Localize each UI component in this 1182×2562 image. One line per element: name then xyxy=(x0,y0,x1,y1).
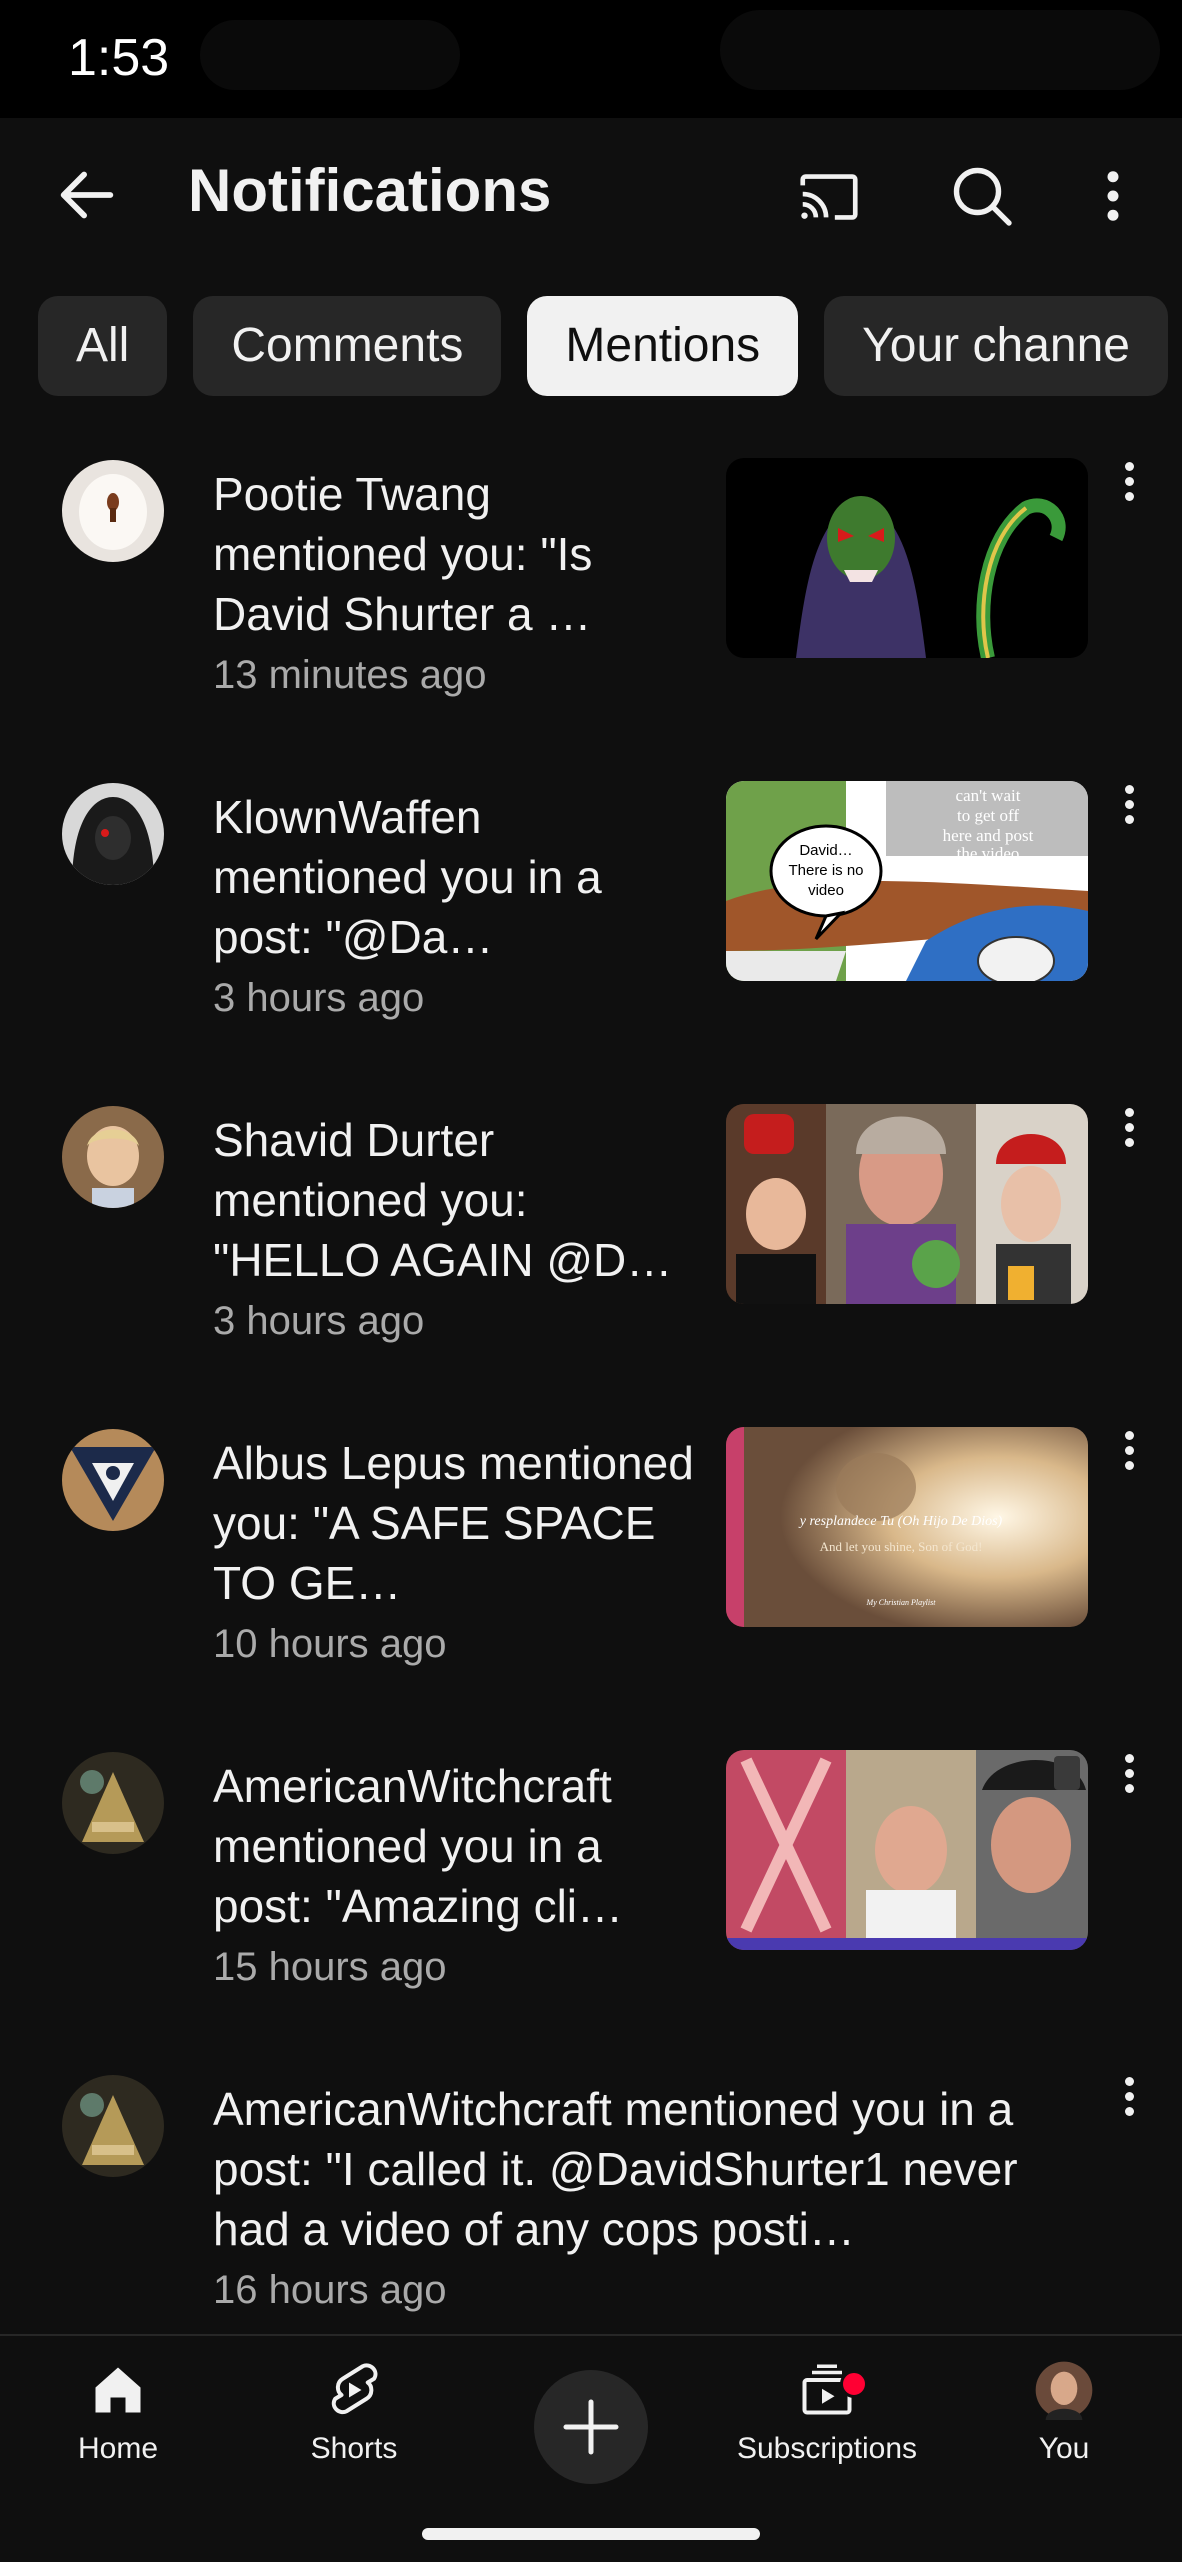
avatar[interactable] xyxy=(62,1106,164,1208)
chip-comments[interactable]: Comments xyxy=(193,296,502,396)
notification-message: Shavid Durter mentioned you: "HELLO AGAI… xyxy=(213,1114,673,1286)
svg-text:video: video xyxy=(808,882,844,899)
video-thumbnail[interactable] xyxy=(726,1104,1088,1304)
notification-text: Pootie Twang mentioned you: "Is David Sh… xyxy=(213,464,703,704)
notification-text: AmericanWitchcraft mentioned you in a po… xyxy=(213,1756,703,1996)
notification-message: Pootie Twang mentioned you: "Is David Sh… xyxy=(213,468,593,640)
notification-time: 3 hours ago xyxy=(213,976,425,1020)
avatar[interactable] xyxy=(62,460,164,562)
notification-item[interactable]: KlownWaffen mentioned you in a post: "@D… xyxy=(0,763,1182,1063)
chip-all[interactable]: All xyxy=(38,296,168,396)
plus-icon xyxy=(563,2399,619,2455)
notification-time: 15 hours ago xyxy=(213,1945,447,1989)
avatar[interactable] xyxy=(62,1752,164,1854)
avatar[interactable] xyxy=(62,2075,164,2177)
filter-chips: All Comments Mentions Your channe xyxy=(38,296,1182,396)
item-more-icon[interactable] xyxy=(1114,1427,1144,1487)
notification-time: 3 hours ago xyxy=(213,1299,425,1343)
home-indicator xyxy=(422,2528,760,2540)
app-bar: Notifications xyxy=(0,118,1182,273)
svg-text:My Christian Playlist: My Christian Playlist xyxy=(866,1598,937,1607)
svg-text:here and post: here and post xyxy=(943,826,1034,845)
chip-mentions[interactable]: Mentions xyxy=(527,296,799,396)
video-thumbnail[interactable] xyxy=(726,1750,1088,1950)
svg-text:the video: the video xyxy=(957,844,1020,863)
svg-text:to get off: to get off xyxy=(957,806,1019,825)
video-thumbnail[interactable]: y resplandece Tu (Oh Hijo De Dios) And l… xyxy=(726,1427,1088,1627)
notification-message: Albus Lepus mentioned you: "A SAFE SPACE… xyxy=(213,1437,694,1609)
svg-text:y resplandece Tu (Oh Hijo De D: y resplandece Tu (Oh Hijo De Dios) xyxy=(798,1514,1003,1529)
nav-shorts-label: Shorts xyxy=(310,2432,398,2465)
profile-avatar xyxy=(1035,2361,1093,2420)
video-thumbnail[interactable]: David… There is no video can't wait to g… xyxy=(726,781,1088,981)
avatar[interactable] xyxy=(62,783,164,885)
item-more-icon[interactable] xyxy=(1114,1104,1144,1164)
nav-you[interactable]: You xyxy=(1006,2360,1122,2466)
notification-text: Albus Lepus mentioned you: "A SAFE SPACE… xyxy=(213,1433,703,1673)
status-time: 1:53 xyxy=(68,29,170,87)
notification-item[interactable]: Albus Lepus mentioned you: "A SAFE SPACE… xyxy=(0,1409,1182,1709)
notification-message: AmericanWitchcraft mentioned you in a po… xyxy=(213,2083,1018,2255)
redaction-mark xyxy=(200,20,460,90)
svg-text:There is no: There is no xyxy=(788,862,863,879)
notification-item[interactable]: AmericanWitchcraft mentioned you in a po… xyxy=(0,1732,1182,2032)
nav-home[interactable]: Home xyxy=(58,2360,178,2466)
nav-subscriptions-label: Subscriptions xyxy=(736,2432,918,2465)
video-thumbnail[interactable] xyxy=(726,458,1088,658)
notification-dot xyxy=(840,2370,868,2398)
avatar[interactable] xyxy=(62,1429,164,1531)
create-button[interactable] xyxy=(534,2370,648,2484)
nav-you-label: You xyxy=(1038,2432,1090,2465)
notification-text: AmericanWitchcraft mentioned you in a po… xyxy=(213,2079,1073,2319)
chip-your-channel[interactable]: Your channe xyxy=(824,296,1168,396)
search-icon[interactable] xyxy=(946,160,1018,232)
page-title: Notifications xyxy=(188,157,552,224)
notification-time: 16 hours ago xyxy=(213,2268,447,2312)
nav-subscriptions[interactable]: Subscriptions xyxy=(722,2360,932,2466)
notification-message: KlownWaffen mentioned you in a post: "@D… xyxy=(213,791,602,963)
svg-text:David…: David… xyxy=(799,842,852,859)
notification-message: AmericanWitchcraft mentioned you in a po… xyxy=(213,1760,624,1932)
redaction-mark xyxy=(720,10,1160,90)
notification-text: KlownWaffen mentioned you in a post: "@D… xyxy=(213,787,703,1027)
svg-text:And let you shine, Son of God!: And let you shine, Son of God! xyxy=(820,1539,983,1554)
item-more-icon[interactable] xyxy=(1114,1750,1144,1810)
svg-text:can't wait: can't wait xyxy=(956,786,1021,805)
home-icon xyxy=(95,2367,141,2413)
item-more-icon[interactable] xyxy=(1114,458,1144,518)
notification-item[interactable]: Shavid Durter mentioned you: "HELLO AGAI… xyxy=(0,1086,1182,1386)
notification-item[interactable]: Pootie Twang mentioned you: "Is David Sh… xyxy=(0,440,1182,740)
item-more-icon[interactable] xyxy=(1114,2073,1144,2133)
nav-shorts[interactable]: Shorts xyxy=(294,2360,414,2466)
item-more-icon[interactable] xyxy=(1114,781,1144,841)
status-bar: 1:53 xyxy=(0,0,1182,118)
notification-text: Shavid Durter mentioned you: "HELLO AGAI… xyxy=(213,1110,703,1350)
notification-time: 13 minutes ago xyxy=(213,653,487,697)
nav-home-label: Home xyxy=(77,2432,159,2465)
notification-item[interactable]: AmericanWitchcraft mentioned you in a po… xyxy=(0,2055,1182,2355)
back-arrow-icon[interactable] xyxy=(52,160,122,230)
cast-icon[interactable] xyxy=(794,162,864,232)
shorts-icon xyxy=(331,2363,378,2415)
more-options-icon[interactable] xyxy=(1080,160,1146,232)
notification-time: 10 hours ago xyxy=(213,1622,447,1666)
